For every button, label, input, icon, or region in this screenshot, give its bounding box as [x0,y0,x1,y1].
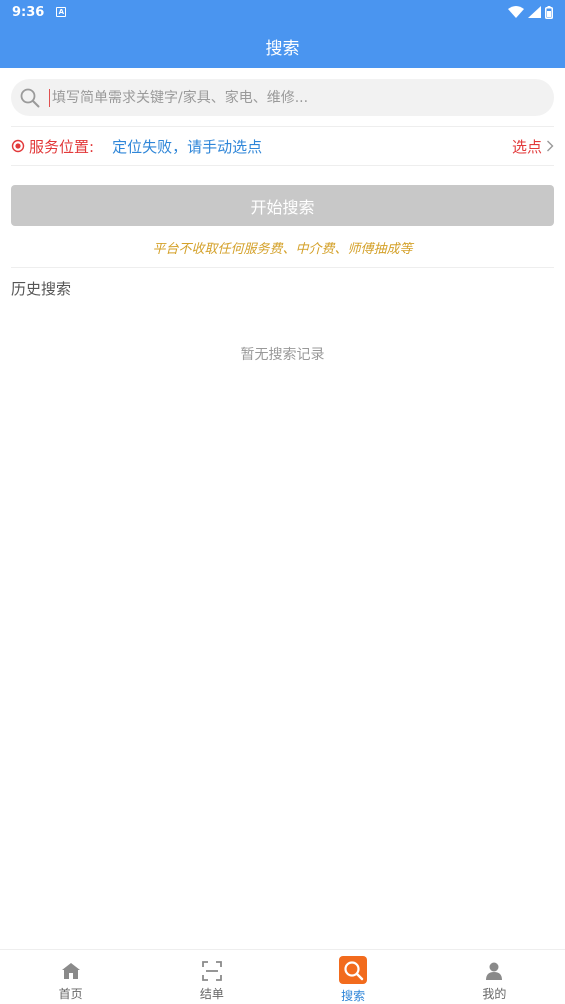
location-pin-icon [11,139,25,153]
pick-location-button[interactable]: 选点 [512,136,554,157]
battery-icon [545,5,553,19]
tab-profile[interactable]: 我的 [424,950,565,1004]
search-bar[interactable] [11,79,554,116]
search-icon [20,88,40,107]
history-title: 历史搜索 [11,280,72,298]
wifi-icon [508,6,524,18]
status-time: 9:36 [12,4,45,20]
page-title: 搜索 [265,38,300,59]
service-location-row: 服务位置: 定位失败，请手动选点 选点 [11,128,554,164]
notification-icon: A [56,7,67,17]
bottom-tab-bar: 首页 结单 搜索 我的 [0,949,565,1004]
tab-orders-label: 结单 [199,987,224,1001]
chevron-right-icon [547,140,554,152]
home-icon [60,960,82,982]
divider [11,165,554,166]
status-bar: 9:36 A [0,0,565,24]
divider [11,267,554,268]
tab-orders[interactable]: 结单 [141,950,282,1004]
start-search-button[interactable]: 开始搜索 [11,185,554,226]
page-header: 搜索 [0,24,565,68]
status-icons [508,5,553,19]
signal-icon [528,6,541,18]
user-icon [483,960,505,982]
search-icon [339,956,368,984]
scan-icon [201,960,223,982]
tab-home[interactable]: 首页 [0,950,141,1004]
tab-home-label: 首页 [58,987,83,1001]
search-input[interactable] [49,88,529,107]
service-location-label: 服务位置: [29,137,95,156]
divider [11,126,554,127]
tab-search[interactable]: 搜索 [283,950,424,1004]
location-status-text: 定位失败，请手动选点 [112,137,263,156]
tab-search-label: 搜索 [341,989,366,1003]
tab-profile-label: 我的 [482,987,507,1001]
pick-location-label: 选点 [511,137,542,156]
history-empty-text: 暂无搜索记录 [240,347,325,363]
platform-notice: 平台不收取任何服务费、中介费、师傅抽成等 [152,242,413,257]
